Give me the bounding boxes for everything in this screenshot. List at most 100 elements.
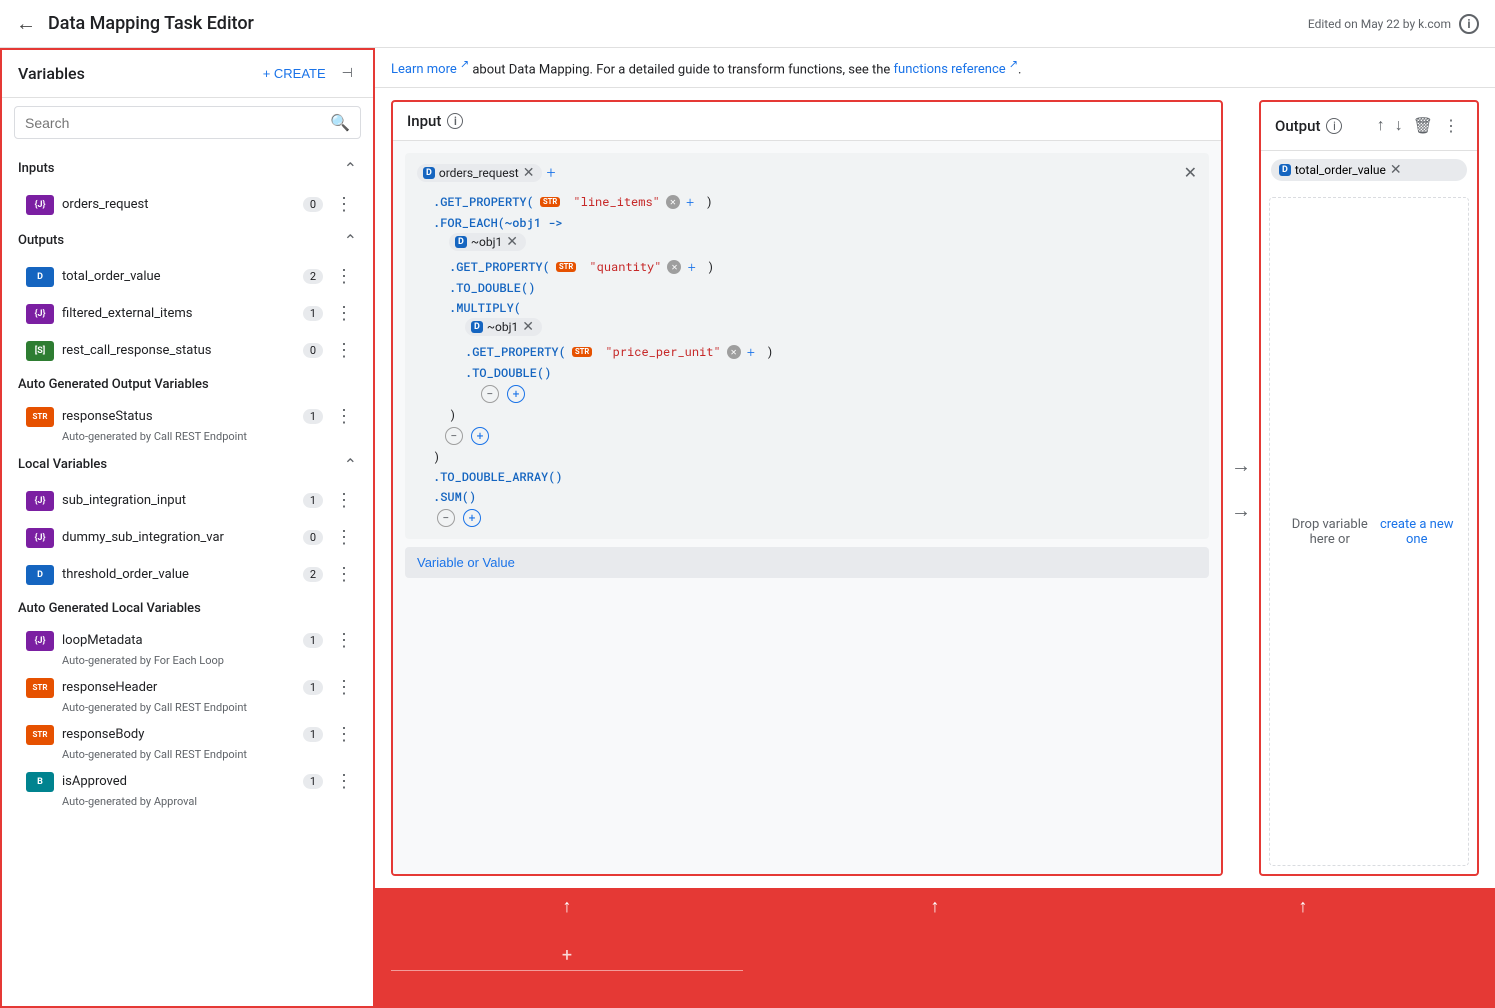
output-info-icon[interactable]: i	[1326, 118, 1342, 134]
expr-line: .GET_PROPERTY( STR "line_items" ✕ + )	[417, 190, 1197, 213]
expr-line: )	[417, 405, 1197, 425]
var-menu-button[interactable]: ⋮	[331, 675, 357, 700]
output-chip[interactable]: D total_order_value ✕	[1271, 159, 1467, 181]
chip-add-button[interactable]: +	[546, 163, 555, 182]
var-name: filtered_external_items	[62, 306, 295, 321]
expr-remove-btn[interactable]: ✕	[666, 195, 680, 209]
main-layout: Variables + CREATE ⊣ 🔍 Inputs ⌃ {J} orde…	[0, 48, 1495, 1008]
local-section-header[interactable]: Local Variables ⌃	[2, 447, 373, 482]
var-menu-button[interactable]: ⋮	[331, 404, 357, 429]
expr-minus-btn[interactable]: −	[445, 427, 463, 445]
expr-remove-btn[interactable]: ✕	[667, 260, 681, 274]
sidebar-content: Inputs ⌃ {J} orders_request 0 ⋮ Outputs …	[2, 147, 373, 1006]
input-panel-title: Input i	[393, 102, 1221, 141]
var-count: 0	[303, 343, 323, 358]
outputs-section-header[interactable]: Outputs ⌃	[2, 223, 373, 258]
output-drop-zone[interactable]: Drop variable here or create a new one	[1269, 197, 1469, 866]
var-count: 2	[303, 269, 323, 284]
list-item[interactable]: D threshold_order_value 2 ⋮	[2, 556, 373, 593]
expr-plus-circle-btn[interactable]: +	[471, 427, 489, 445]
expr-add-btn[interactable]: +	[747, 342, 755, 361]
var-count: 1	[303, 633, 323, 648]
expr-line: − +	[417, 383, 1197, 405]
expression-container: D orders_request ✕ + ✕ .GET_PROPERTY( ST…	[405, 153, 1209, 539]
var-count: 2	[303, 567, 323, 582]
input-info-icon[interactable]: i	[447, 113, 463, 129]
var-count: 1	[303, 727, 323, 742]
expr-minus-btn[interactable]: −	[437, 509, 455, 527]
info-icon[interactable]: i	[1459, 14, 1479, 34]
var-name: threshold_order_value	[62, 567, 295, 582]
var-name: dummy_sub_integration_var	[62, 530, 295, 545]
list-item[interactable]: [S] rest_call_response_status 0 ⋮	[2, 332, 373, 369]
obj1-chip-2[interactable]: D ~obj1 ✕	[465, 318, 542, 336]
list-item[interactable]: STR responseBody 1 ⋮ Auto-generated by C…	[2, 718, 373, 765]
var-menu-button[interactable]: ⋮	[331, 338, 357, 363]
list-item[interactable]: D total_order_value 2 ⋮	[2, 258, 373, 295]
chip-remove-button[interactable]: ✕	[523, 166, 535, 180]
var-menu-button[interactable]: ⋮	[331, 722, 357, 747]
expr-minus-btn[interactable]: −	[481, 385, 499, 403]
list-item[interactable]: STR responseHeader 1 ⋮ Auto-generated by…	[2, 671, 373, 718]
list-item[interactable]: {J} loopMetadata 1 ⋮ Auto-generated by F…	[2, 624, 373, 671]
output-move-up-button[interactable]: ↑	[1373, 113, 1389, 139]
obj1-chip[interactable]: D ~obj1 ✕	[449, 233, 526, 251]
var-menu-button[interactable]: ⋮	[331, 562, 357, 587]
list-item[interactable]: {J} orders_request 0 ⋮	[2, 186, 373, 223]
create-button[interactable]: + CREATE	[255, 62, 334, 85]
chip-type-d: D	[471, 321, 483, 333]
expr-line: .MULTIPLY(	[417, 298, 1197, 318]
list-item[interactable]: {J} dummy_sub_integration_var 0 ⋮	[2, 519, 373, 556]
list-item[interactable]: {J} filtered_external_items 1 ⋮	[2, 295, 373, 332]
sidebar-title: Variables	[18, 64, 255, 83]
var-menu-button[interactable]: ⋮	[331, 301, 357, 326]
functions-ref-link[interactable]: functions reference ↗	[894, 62, 1018, 77]
local-label: Local Variables	[18, 457, 344, 472]
expr-remove-btn[interactable]: ✕	[727, 345, 741, 359]
input-panel: Input i D orders_request ✕ +	[391, 100, 1223, 876]
edited-info: Edited on May 22 by k.com	[1308, 17, 1451, 31]
drop-text: Drop variable here or	[1282, 517, 1377, 547]
learn-more-link[interactable]: Learn more ↗	[391, 62, 469, 77]
expr-add-btn[interactable]: +	[687, 257, 695, 276]
output-delete-button[interactable]: 🗑	[1409, 112, 1437, 140]
variable-or-value-input[interactable]: Variable or Value	[405, 547, 1209, 578]
create-new-link[interactable]: create a new one	[1377, 517, 1456, 547]
bottom-bar: ↑ + ↑ ↑	[375, 888, 1495, 1008]
expr-add-btn[interactable]: +	[686, 192, 694, 211]
var-menu-button[interactable]: ⋮	[331, 769, 357, 794]
bottom-section-3: ↑	[1127, 896, 1479, 921]
var-menu-button[interactable]: ⋮	[331, 192, 357, 217]
expr-plus-circle-btn[interactable]: +	[463, 509, 481, 527]
outputs-chevron: ⌃	[344, 231, 357, 250]
chip-remove-button[interactable]: ✕	[522, 320, 534, 334]
output-item-row: D total_order_value ✕	[1261, 151, 1477, 189]
var-menu-button[interactable]: ⋮	[331, 488, 357, 513]
add-row-1: +	[391, 921, 743, 971]
add-item[interactable]: +	[391, 945, 743, 971]
input-close-button[interactable]: ✕	[1184, 163, 1197, 182]
search-input[interactable]	[25, 115, 330, 131]
list-item[interactable]: STR responseStatus 1 ⋮ Auto-generated by…	[2, 400, 373, 447]
bottom-arrow-2: ↑	[931, 896, 940, 917]
input-chip-row: D orders_request ✕ + ✕	[417, 163, 1197, 182]
var-name: responseHeader	[62, 680, 295, 695]
var-menu-button[interactable]: ⋮	[331, 525, 357, 550]
inputs-section-header[interactable]: Inputs ⌃	[2, 151, 373, 186]
expr-plus-circle-btn[interactable]: +	[507, 385, 525, 403]
list-item[interactable]: B isApproved 1 ⋮ Auto-generated by Appro…	[2, 765, 373, 812]
var-menu-button[interactable]: ⋮	[331, 264, 357, 289]
back-button[interactable]: ←	[16, 11, 36, 36]
output-move-down-button[interactable]: ↓	[1391, 113, 1407, 139]
var-menu-button[interactable]: ⋮	[331, 628, 357, 653]
variables-sidebar: Variables + CREATE ⊣ 🔍 Inputs ⌃ {J} orde…	[0, 48, 375, 1008]
output-chip-remove-button[interactable]: ✕	[1390, 162, 1402, 178]
expr-line: .GET_PROPERTY( STR "quantity" ✕ + )	[417, 255, 1197, 278]
orders-request-chip[interactable]: D orders_request ✕	[417, 164, 542, 182]
output-more-button[interactable]: ⋮	[1439, 112, 1463, 140]
chip-remove-button[interactable]: ✕	[506, 235, 518, 249]
collapse-sidebar-button[interactable]: ⊣	[338, 62, 357, 85]
chip-type-d: D	[1279, 164, 1291, 176]
list-item[interactable]: {J} sub_integration_input 1 ⋮	[2, 482, 373, 519]
info-bar: Learn more ↗ about Data Mapping. For a d…	[375, 48, 1495, 88]
